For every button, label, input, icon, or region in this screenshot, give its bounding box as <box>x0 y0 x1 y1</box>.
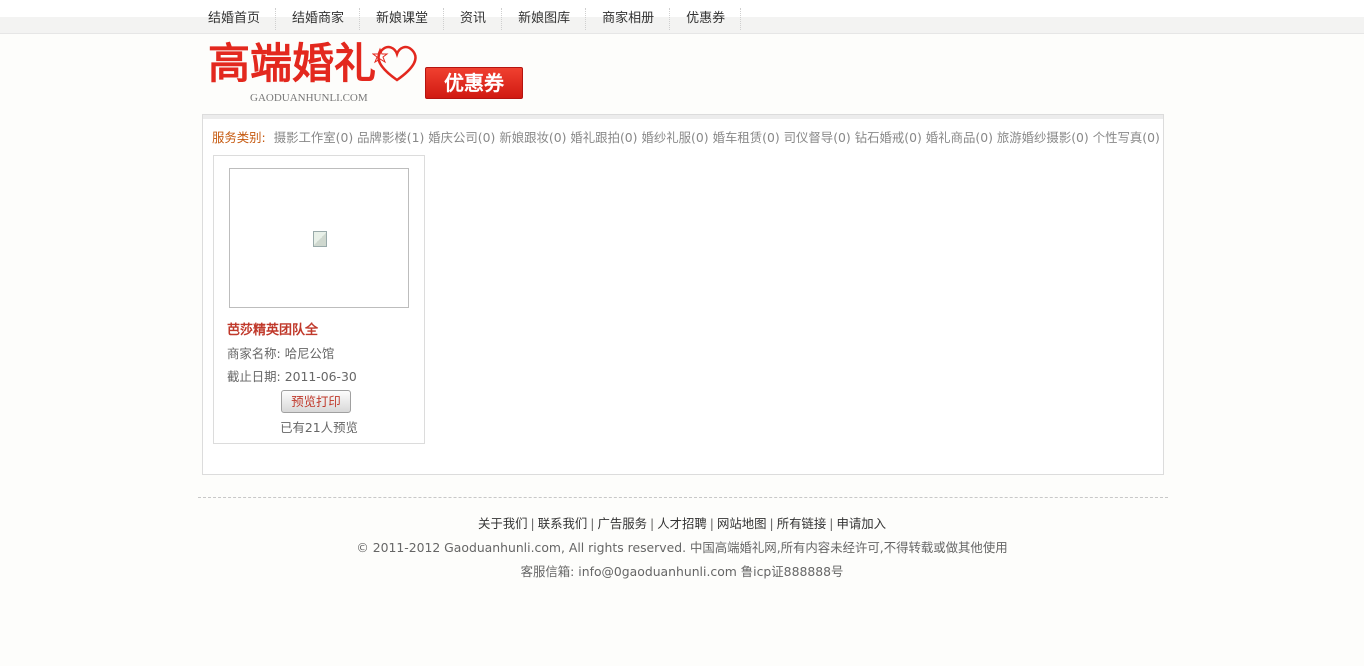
coupon-badge: 优惠券 <box>425 67 523 99</box>
category-bridal-makeup[interactable]: 新娘跟妆(0) <box>499 130 566 145</box>
coupon-list-panel: 服务类别: 摄影工作室(0) 品牌影楼(1) 婚庆公司(0) 新娘跟妆(0) 婚… <box>202 114 1164 475</box>
coupon-image[interactable] <box>229 168 409 308</box>
nav-item-news[interactable]: 资讯 <box>444 8 503 30</box>
footer-link-join[interactable]: 申请加入 <box>836 516 886 531</box>
coupon-title[interactable]: 芭莎精英团队全 <box>227 319 318 338</box>
heart-icon <box>372 45 417 82</box>
nav-item-merchant-albums[interactable]: 商家相册 <box>586 8 671 30</box>
category-mc[interactable]: 司仪督导(0) <box>784 130 851 145</box>
coupon-card: 芭莎精英团队全 商家名称: 哈尼公馆 截止日期: 2011-06-30 预览打印… <box>213 155 425 444</box>
category-wedding-goods[interactable]: 婚礼商品(0) <box>926 130 993 145</box>
category-diamond-ring[interactable]: 钻石婚戒(0) <box>855 130 922 145</box>
category-filter: 服务类别: 摄影工作室(0) 品牌影楼(1) 婚庆公司(0) 新娘跟妆(0) 婚… <box>212 128 1160 146</box>
category-brand-studio[interactable]: 品牌影楼(1) <box>357 130 424 145</box>
logo-subtitle: GAODUANHUNLI.COM <box>250 92 368 104</box>
site-logo[interactable]: 高端婚礼 GAODUANHUNLI.COM 优惠券 <box>206 38 526 108</box>
broken-image-icon <box>313 231 327 247</box>
footer-link-all-links[interactable]: 所有链接 <box>777 516 827 531</box>
nav-item-coupons[interactable]: 优惠券 <box>670 8 742 30</box>
category-portrait[interactable]: 个性写真(0) <box>1093 130 1160 145</box>
deadline-row: 截止日期: 2011-06-30 <box>227 367 357 385</box>
category-wedding-dress[interactable]: 婚纱礼服(0) <box>641 130 708 145</box>
nav-item-merchants[interactable]: 结婚商家 <box>276 8 361 30</box>
category-wedding-photography[interactable]: 婚礼跟拍(0) <box>570 130 637 145</box>
deadline-value: 2011-06-30 <box>284 369 357 384</box>
category-wedding-company[interactable]: 婚庆公司(0) <box>428 130 495 145</box>
logo-title: 高端婚礼 <box>208 39 377 88</box>
category-label: 服务类别: <box>212 130 266 145</box>
footer-contact: 客服信箱: info@0gaoduanhunli.com 鲁icp证888888… <box>520 564 844 579</box>
footer-divider <box>198 497 1168 498</box>
nav-item-bride-gallery[interactable]: 新娘图库 <box>502 8 587 30</box>
nav-item-home[interactable]: 结婚首页 <box>192 8 277 30</box>
footer-link-about[interactable]: 关于我们 <box>478 516 528 531</box>
footer-link-sitemap[interactable]: 网站地图 <box>717 516 767 531</box>
nav-item-bride-class[interactable]: 新娘课堂 <box>360 8 445 30</box>
preview-count: 已有21人预览 <box>280 420 358 435</box>
merchant-name: 哈尼公馆 <box>284 346 335 361</box>
main-nav: 结婚首页 结婚商家 新娘课堂 资讯 新娘图库 商家相册 优惠券 <box>192 8 742 30</box>
preview-print-button[interactable]: 预览打印 <box>281 390 351 413</box>
footer-link-jobs[interactable]: 人才招聘 <box>657 516 707 531</box>
footer-copyright: © 2011-2012 Gaoduanhunli.com, All rights… <box>356 540 1008 555</box>
footer-links: 关于我们 | 联系我们 | 广告服务 | 人才招聘 | 网站地图 | 所有链接 | 申请加入 <box>477 516 887 531</box>
top-navigation-bar: 结婚首页 结婚商家 新娘课堂 资讯 新娘图库 商家相册 优惠券 <box>0 0 1364 34</box>
footer-link-ads[interactable]: 广告服务 <box>597 516 647 531</box>
merchant-label: 商家名称: <box>227 346 281 361</box>
footer-link-contact[interactable]: 联系我们 <box>538 516 588 531</box>
merchant-row: 商家名称: 哈尼公馆 <box>227 344 334 362</box>
category-photo-studio[interactable]: 摄影工作室(0) <box>274 130 354 145</box>
category-car-rental[interactable]: 婚车租赁(0) <box>713 130 780 145</box>
deadline-label: 截止日期: <box>227 369 281 384</box>
category-travel-photography[interactable]: 旅游婚纱摄影(0) <box>997 130 1089 145</box>
